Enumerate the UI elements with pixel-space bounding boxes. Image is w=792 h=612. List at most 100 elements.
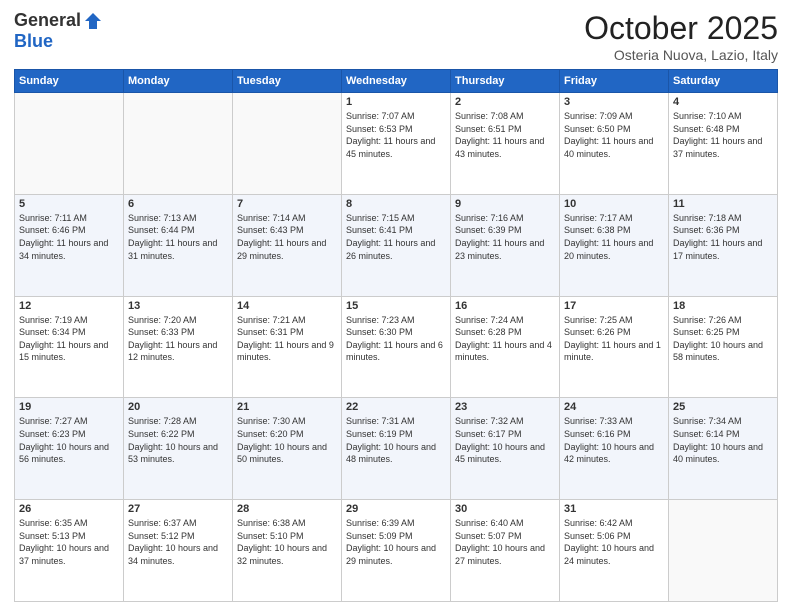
day-number: 24: [564, 401, 664, 413]
day-info: Sunrise: 6:37 AMSunset: 5:12 PMDaylight:…: [128, 517, 228, 567]
day-info: Sunrise: 7:18 AMSunset: 6:36 PMDaylight:…: [673, 212, 773, 262]
day-number: 8: [346, 198, 446, 210]
logo-general-text: General: [14, 10, 81, 31]
day-number: 7: [237, 198, 337, 210]
day-cell-w1-d3: 8 Sunrise: 7:15 AMSunset: 6:41 PMDaylight…: [342, 194, 451, 296]
day-info: Sunrise: 6:39 AMSunset: 5:09 PMDaylight:…: [346, 517, 446, 567]
day-number: 14: [237, 300, 337, 312]
day-number: 13: [128, 300, 228, 312]
header-saturday: Saturday: [669, 70, 778, 93]
day-info: Sunrise: 7:33 AMSunset: 6:16 PMDaylight:…: [564, 415, 664, 465]
day-number: 16: [455, 300, 555, 312]
day-number: 20: [128, 401, 228, 413]
day-cell-w2-d0: 12 Sunrise: 7:19 AMSunset: 6:34 PMDayligh…: [15, 296, 124, 398]
day-info: Sunrise: 7:28 AMSunset: 6:22 PMDaylight:…: [128, 415, 228, 465]
day-number: 25: [673, 401, 773, 413]
day-info: Sunrise: 7:13 AMSunset: 6:44 PMDaylight:…: [128, 212, 228, 262]
logo: General Blue: [14, 10, 103, 52]
day-cell-w1-d5: 10 Sunrise: 7:17 AMSunset: 6:38 PMDayligh…: [560, 194, 669, 296]
header-thursday: Thursday: [451, 70, 560, 93]
day-cell-w3-d6: 25 Sunrise: 7:34 AMSunset: 6:14 PMDayligh…: [669, 398, 778, 500]
day-info: Sunrise: 7:25 AMSunset: 6:26 PMDaylight:…: [564, 314, 664, 364]
day-cell-w3-d0: 19 Sunrise: 7:27 AMSunset: 6:23 PMDayligh…: [15, 398, 124, 500]
day-cell-w1-d0: 5 Sunrise: 7:11 AMSunset: 6:46 PMDaylight…: [15, 194, 124, 296]
day-info: Sunrise: 7:17 AMSunset: 6:38 PMDaylight:…: [564, 212, 664, 262]
day-cell-w4-d0: 26 Sunrise: 6:35 AMSunset: 5:13 PMDayligh…: [15, 500, 124, 602]
weekday-header-row: Sunday Monday Tuesday Wednesday Thursday…: [15, 70, 778, 93]
day-info: Sunrise: 7:19 AMSunset: 6:34 PMDaylight:…: [19, 314, 119, 364]
header-monday: Monday: [124, 70, 233, 93]
day-info: Sunrise: 7:23 AMSunset: 6:30 PMDaylight:…: [346, 314, 446, 364]
day-info: Sunrise: 7:32 AMSunset: 6:17 PMDaylight:…: [455, 415, 555, 465]
day-cell-w2-d4: 16 Sunrise: 7:24 AMSunset: 6:28 PMDayligh…: [451, 296, 560, 398]
day-info: Sunrise: 6:38 AMSunset: 5:10 PMDaylight:…: [237, 517, 337, 567]
day-number: 2: [455, 96, 555, 108]
day-number: 10: [564, 198, 664, 210]
day-cell-w1-d4: 9Sunrise: 7:16 AMSunset: 6:39 PMDaylight…: [451, 194, 560, 296]
day-number: 28: [237, 503, 337, 515]
day-info: Sunrise: 7:08 AMSunset: 6:51 PMDaylight:…: [455, 110, 555, 160]
week-row-3: 19 Sunrise: 7:27 AMSunset: 6:23 PMDayligh…: [15, 398, 778, 500]
day-number: 26: [19, 503, 119, 515]
week-row-1: 5 Sunrise: 7:11 AMSunset: 6:46 PMDaylight…: [15, 194, 778, 296]
day-number: 3: [564, 96, 664, 108]
day-cell-w3-d4: 23 Sunrise: 7:32 AMSunset: 6:17 PMDayligh…: [451, 398, 560, 500]
day-info: Sunrise: 6:40 AMSunset: 5:07 PMDaylight:…: [455, 517, 555, 567]
day-cell-w2-d5: 17Sunrise: 7:25 AMSunset: 6:26 PMDayligh…: [560, 296, 669, 398]
day-info: Sunrise: 7:30 AMSunset: 6:20 PMDaylight:…: [237, 415, 337, 465]
header-sunday: Sunday: [15, 70, 124, 93]
day-cell-w3-d3: 22 Sunrise: 7:31 AMSunset: 6:19 PMDayligh…: [342, 398, 451, 500]
day-cell-w1-d2: 7 Sunrise: 7:14 AMSunset: 6:43 PMDaylight…: [233, 194, 342, 296]
day-info: Sunrise: 7:09 AMSunset: 6:50 PMDaylight:…: [564, 110, 664, 160]
day-number: 11: [673, 198, 773, 210]
day-info: Sunrise: 6:35 AMSunset: 5:13 PMDaylight:…: [19, 517, 119, 567]
logo-blue-text: Blue: [14, 31, 53, 52]
day-number: 15: [346, 300, 446, 312]
month-title: October 2025: [584, 10, 778, 47]
day-cell-w0-d5: 3 Sunrise: 7:09 AMSunset: 6:50 PMDaylight…: [560, 93, 669, 195]
day-cell-w4-d6: [669, 500, 778, 602]
day-info: Sunrise: 7:15 AMSunset: 6:41 PMDaylight:…: [346, 212, 446, 262]
week-row-2: 12 Sunrise: 7:19 AMSunset: 6:34 PMDayligh…: [15, 296, 778, 398]
day-number: 19: [19, 401, 119, 413]
day-cell-w2-d2: 14Sunrise: 7:21 AMSunset: 6:31 PMDayligh…: [233, 296, 342, 398]
day-info: Sunrise: 7:16 AMSunset: 6:39 PMDaylight:…: [455, 212, 555, 262]
day-info: Sunrise: 7:14 AMSunset: 6:43 PMDaylight:…: [237, 212, 337, 262]
header: General Blue October 2025 Osteria Nuova,…: [14, 10, 778, 63]
day-info: Sunrise: 7:31 AMSunset: 6:19 PMDaylight:…: [346, 415, 446, 465]
day-cell-w0-d6: 4 Sunrise: 7:10 AMSunset: 6:48 PMDaylight…: [669, 93, 778, 195]
day-cell-w1-d1: 6 Sunrise: 7:13 AMSunset: 6:44 PMDaylight…: [124, 194, 233, 296]
day-info: Sunrise: 7:27 AMSunset: 6:23 PMDaylight:…: [19, 415, 119, 465]
day-cell-w3-d2: 21 Sunrise: 7:30 AMSunset: 6:20 PMDayligh…: [233, 398, 342, 500]
day-number: 23: [455, 401, 555, 413]
day-info: Sunrise: 7:34 AMSunset: 6:14 PMDaylight:…: [673, 415, 773, 465]
day-cell-w0-d3: 1 Sunrise: 7:07 AMSunset: 6:53 PMDaylight…: [342, 93, 451, 195]
day-info: Sunrise: 7:20 AMSunset: 6:33 PMDaylight:…: [128, 314, 228, 364]
day-cell-w0-d0: [15, 93, 124, 195]
day-number: 1: [346, 96, 446, 108]
day-info: Sunrise: 7:07 AMSunset: 6:53 PMDaylight:…: [346, 110, 446, 160]
day-cell-w3-d5: 24 Sunrise: 7:33 AMSunset: 6:16 PMDayligh…: [560, 398, 669, 500]
header-tuesday: Tuesday: [233, 70, 342, 93]
week-row-4: 26 Sunrise: 6:35 AMSunset: 5:13 PMDayligh…: [15, 500, 778, 602]
day-number: 6: [128, 198, 228, 210]
day-cell-w4-d2: 28 Sunrise: 6:38 AMSunset: 5:10 PMDayligh…: [233, 500, 342, 602]
location: Osteria Nuova, Lazio, Italy: [584, 47, 778, 63]
day-number: 30: [455, 503, 555, 515]
day-cell-w3-d1: 20 Sunrise: 7:28 AMSunset: 6:22 PMDayligh…: [124, 398, 233, 500]
week-row-0: 1 Sunrise: 7:07 AMSunset: 6:53 PMDaylight…: [15, 93, 778, 195]
day-cell-w2-d3: 15 Sunrise: 7:23 AMSunset: 6:30 PMDayligh…: [342, 296, 451, 398]
logo-icon: [83, 11, 103, 31]
day-number: 31: [564, 503, 664, 515]
day-cell-w0-d4: 2 Sunrise: 7:08 AMSunset: 6:51 PMDaylight…: [451, 93, 560, 195]
day-info: Sunrise: 7:10 AMSunset: 6:48 PMDaylight:…: [673, 110, 773, 160]
day-number: 22: [346, 401, 446, 413]
day-info: Sunrise: 7:24 AMSunset: 6:28 PMDaylight:…: [455, 314, 555, 364]
day-number: 5: [19, 198, 119, 210]
day-number: 4: [673, 96, 773, 108]
day-number: 12: [19, 300, 119, 312]
day-info: Sunrise: 7:11 AMSunset: 6:46 PMDaylight:…: [19, 212, 119, 262]
day-cell-w2-d6: 18Sunrise: 7:26 AMSunset: 6:25 PMDayligh…: [669, 296, 778, 398]
day-cell-w4-d1: 27Sunrise: 6:37 AMSunset: 5:12 PMDayligh…: [124, 500, 233, 602]
day-number: 21: [237, 401, 337, 413]
